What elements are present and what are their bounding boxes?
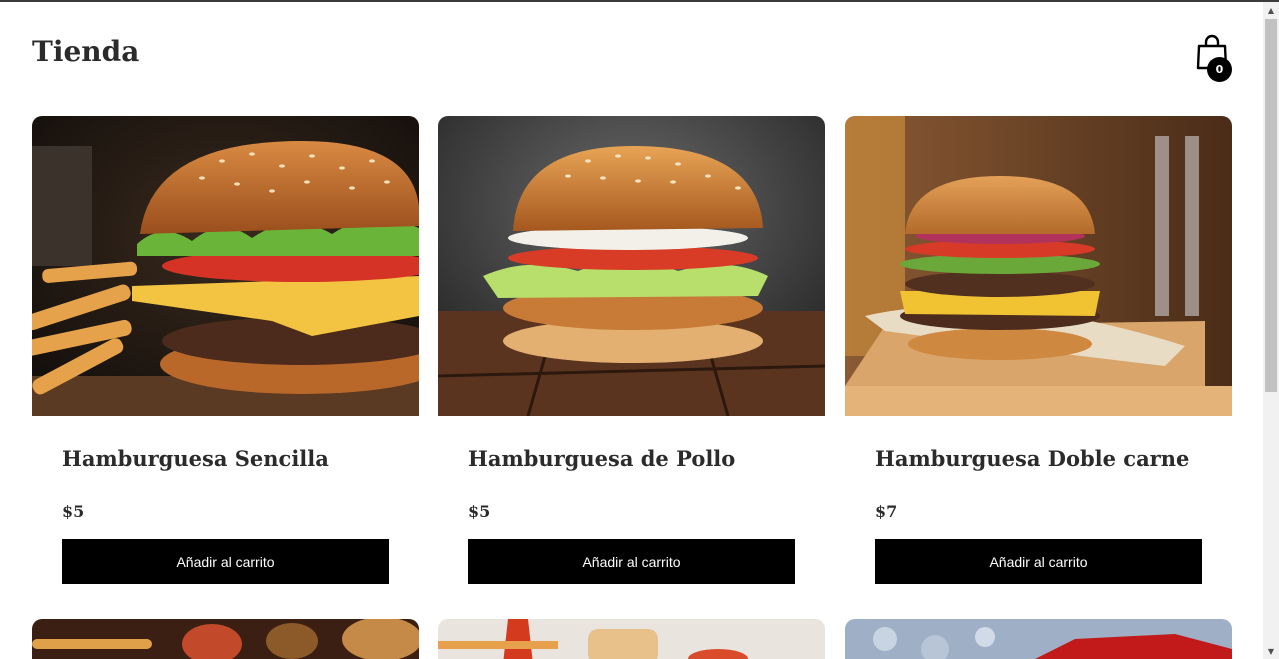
add-to-cart-button[interactable]: Añadir al carrito [875,539,1202,584]
product-name: Hamburguesa Doble carne [875,446,1190,471]
cart-button[interactable]: 0 [1194,32,1232,82]
product-name: Hamburguesa Sencilla [62,446,329,471]
add-to-cart-button[interactable]: Añadir al carrito [468,539,795,584]
cart-count-badge: 0 [1207,57,1232,82]
product-name: Hamburguesa de Pollo [468,446,736,471]
product-card: Hamburguesa de Pollo $5 Añadir al carrit… [438,116,825,586]
product-image-hot-dog [438,619,825,659]
product-image-chicken-burger [438,116,825,416]
product-card: Hamburguesa Doble carne $7 Añadir al car… [845,116,1232,586]
scrollbar-thumb[interactable] [1265,19,1277,392]
scroll-down-arrow-icon[interactable]: ▼ [1263,643,1279,659]
product-image-cheeseburger [32,116,419,416]
add-to-cart-button[interactable]: Añadir al carrito [62,539,389,584]
product-card [845,619,1232,659]
product-card [32,619,419,659]
product-card [438,619,825,659]
product-image-double-burger [845,116,1232,416]
product-price: $5 [62,502,85,521]
product-image-drink [845,619,1232,659]
vertical-scrollbar[interactable]: ▲ ▼ [1263,2,1279,659]
scroll-up-arrow-icon[interactable]: ▲ [1263,2,1279,18]
product-image-assorted-food [32,619,419,659]
page-header: Tienda 0 [32,32,1232,82]
product-price: $5 [468,502,491,521]
product-card: Hamburguesa Sencilla $5 Añadir al carrit… [32,116,419,586]
store-page: Tienda 0 Hamburguesa Sencilla $5 Añadir … [0,2,1263,659]
product-price: $7 [875,502,898,521]
page-title: Tienda [32,35,140,68]
